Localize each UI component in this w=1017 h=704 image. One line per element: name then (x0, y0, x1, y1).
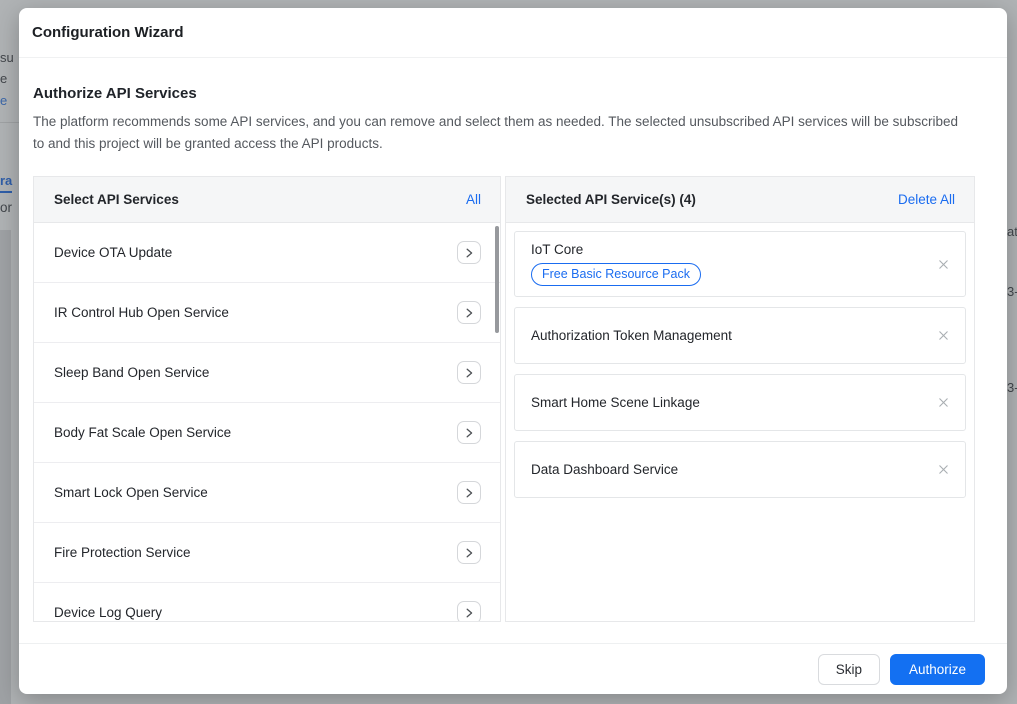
chevron-right-icon (463, 607, 475, 619)
chevron-right-icon (463, 427, 475, 439)
api-service-row: Body Fat Scale Open Service (34, 403, 500, 463)
api-service-name: Device OTA Update (54, 245, 172, 260)
add-service-button[interactable] (457, 361, 481, 384)
add-service-button[interactable] (457, 481, 481, 504)
configuration-wizard-dialog: Configuration Wizard Authorize API Servi… (19, 8, 1007, 694)
selected-service-card: Authorization Token Management (514, 307, 966, 364)
chevron-right-icon (463, 367, 475, 379)
select-api-services-header: Select API Services All (34, 177, 500, 223)
backdrop-divider-fragment (0, 122, 19, 123)
api-service-name: Device Log Query (54, 605, 162, 620)
selected-service-name: Data Dashboard Service (531, 462, 921, 477)
remove-service-button[interactable] (935, 328, 951, 344)
authorize-api-services-heading: Authorize API Services (33, 85, 197, 102)
remove-service-button[interactable] (935, 256, 951, 272)
selected-service-card: Data Dashboard Service (514, 441, 966, 498)
close-icon (937, 463, 950, 476)
authorize-button[interactable]: Authorize (890, 654, 985, 685)
backdrop-text-fragment: su (0, 50, 14, 65)
selected-api-services-header: Selected API Service(s) (4) Delete All (506, 177, 974, 223)
selected-service-name: IoT Core (531, 242, 921, 257)
backdrop-text-fragment: 3- (1007, 284, 1017, 299)
close-icon (937, 258, 950, 271)
remove-service-button[interactable] (935, 395, 951, 411)
api-service-row: IR Control Hub Open Service (34, 283, 500, 343)
selected-service-list: IoT Core Free Basic Resource Pack Author… (506, 223, 974, 516)
backdrop-text-fragment: e (0, 71, 7, 86)
api-service-name: Body Fat Scale Open Service (54, 425, 231, 440)
dialog-header: Configuration Wizard (19, 8, 1007, 58)
api-service-list: Device OTA Update IR Control Hub Open Se… (34, 223, 500, 621)
chevron-right-icon (463, 547, 475, 559)
add-service-button[interactable] (457, 301, 481, 324)
api-service-row: Device Log Query (34, 583, 500, 621)
add-service-button[interactable] (457, 241, 481, 264)
select-api-services-title: Select API Services (54, 192, 179, 207)
api-service-row: Smart Lock Open Service (34, 463, 500, 523)
api-service-row: Sleep Band Open Service (34, 343, 500, 403)
api-service-name: IR Control Hub Open Service (54, 305, 229, 320)
selected-service-name: Smart Home Scene Linkage (531, 395, 921, 410)
remove-service-button[interactable] (935, 462, 951, 478)
backdrop-link-fragment: e (0, 93, 7, 108)
close-icon (937, 396, 950, 409)
backdrop-sidebar-strip (0, 230, 11, 704)
select-api-services-panel: Select API Services All Device OTA Updat… (33, 176, 501, 622)
selected-api-services-panel: Selected API Service(s) (4) Delete All I… (505, 176, 975, 622)
delete-all-link[interactable]: Delete All (898, 192, 955, 207)
close-icon (937, 329, 950, 342)
api-service-row: Fire Protection Service (34, 523, 500, 583)
backdrop-text-fragment: 3- (1007, 380, 1017, 395)
backdrop-text-fragment: or (0, 200, 12, 215)
api-service-name: Sleep Band Open Service (54, 365, 209, 380)
dialog-footer: Skip Authorize (19, 643, 1007, 694)
chevron-right-icon (463, 487, 475, 499)
chevron-right-icon (463, 307, 475, 319)
backdrop-active-tab-fragment: ra (0, 173, 12, 193)
authorize-api-services-description: The platform recommends some API service… (33, 111, 961, 155)
dialog-title: Configuration Wizard (32, 8, 184, 58)
selected-service-card: Smart Home Scene Linkage (514, 374, 966, 431)
add-service-button[interactable] (457, 541, 481, 564)
api-service-name: Fire Protection Service (54, 545, 191, 560)
scrollbar[interactable] (495, 226, 499, 333)
api-service-name: Smart Lock Open Service (54, 485, 208, 500)
add-service-button[interactable] (457, 421, 481, 444)
resource-pack-badge: Free Basic Resource Pack (531, 263, 701, 286)
backdrop-text-fragment: at (1007, 224, 1017, 239)
add-service-button[interactable] (457, 601, 481, 621)
selected-api-services-title: Selected API Service(s) (4) (526, 192, 696, 207)
skip-button[interactable]: Skip (818, 654, 880, 685)
select-all-link[interactable]: All (466, 192, 481, 207)
chevron-right-icon (463, 247, 475, 259)
selected-service-card: IoT Core Free Basic Resource Pack (514, 231, 966, 297)
selected-service-name: Authorization Token Management (531, 328, 921, 343)
api-service-row: Device OTA Update (34, 223, 500, 283)
